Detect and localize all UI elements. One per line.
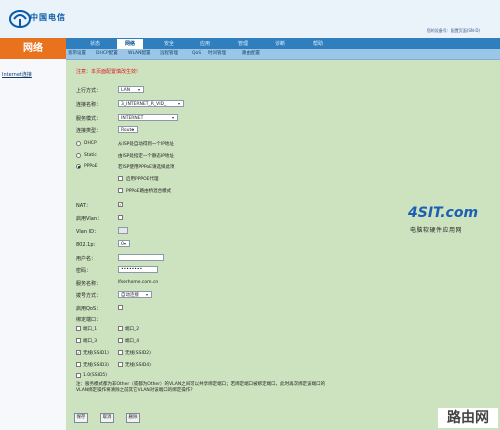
- dial-mode-value: 自动连接: [121, 293, 139, 298]
- dhcp-desc: 从ISP处自动得到一个IP地址: [118, 142, 174, 147]
- ssid4-checkbox[interactable]: [118, 362, 123, 367]
- site-watermark: 4SIT.com 电脑软硬件应用网: [408, 205, 500, 247]
- chevron-down-icon: ▾: [178, 101, 181, 106]
- footnote-text: 注：服务模式都为非Other（或都为Other）的VLAN之间可以共享绑定端口；…: [76, 382, 326, 393]
- sub-tabs: 宽带设置 DHCP配置 WLAN配置 远程管理 QoS 时间管理 路由配置: [66, 49, 500, 60]
- nat-checkbox[interactable]: ✓: [118, 202, 123, 207]
- brand-name: 中国电信: [30, 13, 66, 22]
- device-info: 您的设备号：配置页面(SN-D): [426, 28, 480, 33]
- conn-type-select[interactable]: Route ▾: [118, 126, 138, 133]
- tab-help[interactable]: 帮助: [305, 39, 331, 49]
- ssid2-checkbox[interactable]: [118, 350, 123, 355]
- subtab-wlan[interactable]: WLAN配置: [128, 49, 151, 59]
- chevron-down-icon: ▾: [138, 87, 141, 92]
- dhcp-label: DHCP: [84, 141, 97, 146]
- cancel-button[interactable]: 取消: [100, 413, 114, 423]
- service-mode-select[interactable]: INTERNET ▾: [118, 114, 178, 121]
- port-1-label: 端口_1: [83, 327, 98, 332]
- tab-status[interactable]: 状态: [82, 39, 108, 49]
- section-title: 网络: [0, 38, 66, 59]
- pppoe-radio[interactable]: [76, 164, 81, 169]
- port-3-label: 端口_3: [83, 339, 98, 344]
- uplink-label: 上行方式：: [76, 88, 102, 94]
- conn-type-label: 连接类型：: [76, 128, 102, 134]
- dial-mode-select[interactable]: 自动连接 ▾: [118, 291, 152, 298]
- main-tabs: 状态 网络 安全 应用 管理 诊断 帮助: [66, 38, 500, 49]
- uplink-select[interactable]: LAN ▾: [118, 86, 144, 93]
- dial-mode-label: 拨号方式：: [76, 293, 102, 299]
- vlan-enable-label: 启用Vlan：: [76, 216, 103, 222]
- pppoe-desc: 若ISP使用PPPoE请选择此项: [118, 165, 175, 170]
- subtab-route[interactable]: 路由配置: [242, 49, 260, 59]
- conn-name-select[interactable]: 3_INTERNET_R_VID_ ▾: [118, 100, 184, 107]
- static-radio[interactable]: [76, 153, 81, 158]
- port-2-checkbox[interactable]: [118, 326, 123, 331]
- ssid3-label: 无线(SSID3): [83, 363, 109, 368]
- top-header: 中国电信 您的设备号：配置页面(SN-D): [0, 0, 500, 38]
- subtab-time[interactable]: 时间管理: [208, 49, 226, 59]
- save-button[interactable]: 保存: [74, 413, 88, 423]
- chevron-down-icon: ▾: [132, 127, 135, 132]
- service-name-value: lfserhome.com.cn: [118, 280, 159, 285]
- port-4-label: 端口_4: [125, 339, 140, 344]
- sidebar-item-internet[interactable]: Internet连接: [2, 71, 32, 78]
- bind-port-label: 绑定端口：: [76, 317, 102, 323]
- port-2-label: 端口_2: [125, 327, 140, 332]
- vlan-id-label: Vlan ID：: [76, 229, 99, 235]
- qos-checkbox[interactable]: [118, 305, 123, 310]
- username-label: 用户名：: [76, 256, 97, 262]
- port-1-checkbox[interactable]: [76, 326, 81, 331]
- priority-select[interactable]: 0 ▾: [118, 240, 130, 247]
- subtab-remote[interactable]: 远程管理: [160, 49, 178, 59]
- ssid5-label: 1.0(SSID5): [83, 373, 108, 378]
- pppoe-proxy-checkbox[interactable]: [118, 176, 123, 181]
- chevron-down-icon: ▾: [124, 241, 127, 246]
- ssid5-checkbox[interactable]: [76, 373, 81, 378]
- warning-text: 注意：本页面配置慎改生效!: [76, 69, 139, 75]
- corner-watermark: 路由网: [438, 408, 498, 428]
- port-3-checkbox[interactable]: [76, 338, 81, 343]
- service-mode-value: INTERNET: [121, 116, 144, 121]
- service-name-label: 服务名称：: [76, 281, 102, 287]
- static-label: Static: [84, 153, 97, 158]
- tab-management[interactable]: 管理: [230, 39, 256, 49]
- subtab-dhcp[interactable]: DHCP配置: [96, 49, 118, 59]
- tab-diagnostics[interactable]: 诊断: [267, 39, 293, 49]
- username-input[interactable]: [118, 254, 164, 261]
- qos-label: 启用QoS：: [76, 306, 102, 312]
- tab-apps[interactable]: 应用: [192, 39, 218, 49]
- conn-name-label: 连接名称：: [76, 102, 102, 108]
- conn-name-value: 3_INTERNET_R_VID_: [121, 102, 167, 107]
- pppoe-proxy-label: 启用PPPOE代理: [126, 177, 159, 182]
- nat-label: NAT：: [76, 203, 91, 209]
- chevron-down-icon: ▾: [172, 115, 175, 120]
- port-4-checkbox[interactable]: [118, 338, 123, 343]
- password-input[interactable]: ••••••••: [118, 266, 158, 273]
- dhcp-radio[interactable]: [76, 141, 81, 146]
- pppoe-label: PPPoE: [84, 164, 98, 169]
- subtab-qos[interactable]: QoS: [192, 49, 201, 59]
- uplink-value: LAN: [121, 88, 131, 93]
- left-sidebar: [0, 38, 67, 430]
- priority-label: 802.1p：: [76, 242, 99, 248]
- subtab-broadband[interactable]: 宽带设置: [68, 49, 86, 59]
- service-mode-label: 服务模式：: [76, 116, 102, 122]
- ssid1-checkbox[interactable]: ✓: [76, 350, 81, 355]
- delete-button[interactable]: 删除: [126, 413, 140, 423]
- watermark-subtitle: 电脑软硬件应用网: [410, 227, 463, 234]
- watermark-logo: 4SIT.com: [408, 205, 479, 221]
- static-desc: 由ISP处指定一个静态IP地址: [118, 154, 174, 159]
- ssid2-label: 无线(SSID2): [125, 351, 151, 356]
- vlan-id-input[interactable]: [118, 227, 128, 234]
- vlan-enable-checkbox[interactable]: [118, 215, 123, 220]
- pppoe-bridge-label: PPPoE路由桥混合模式: [126, 189, 172, 194]
- chevron-down-icon: ▾: [146, 292, 149, 297]
- tab-security[interactable]: 安全: [156, 39, 182, 49]
- ssid1-label: 无线(SSID1): [83, 351, 109, 356]
- ssid3-checkbox[interactable]: [76, 362, 81, 367]
- tab-network[interactable]: 网络: [117, 39, 143, 49]
- ssid4-label: 无线(SSID4): [125, 363, 151, 368]
- password-label: 密码：: [76, 268, 92, 274]
- pppoe-bridge-checkbox[interactable]: [118, 188, 123, 193]
